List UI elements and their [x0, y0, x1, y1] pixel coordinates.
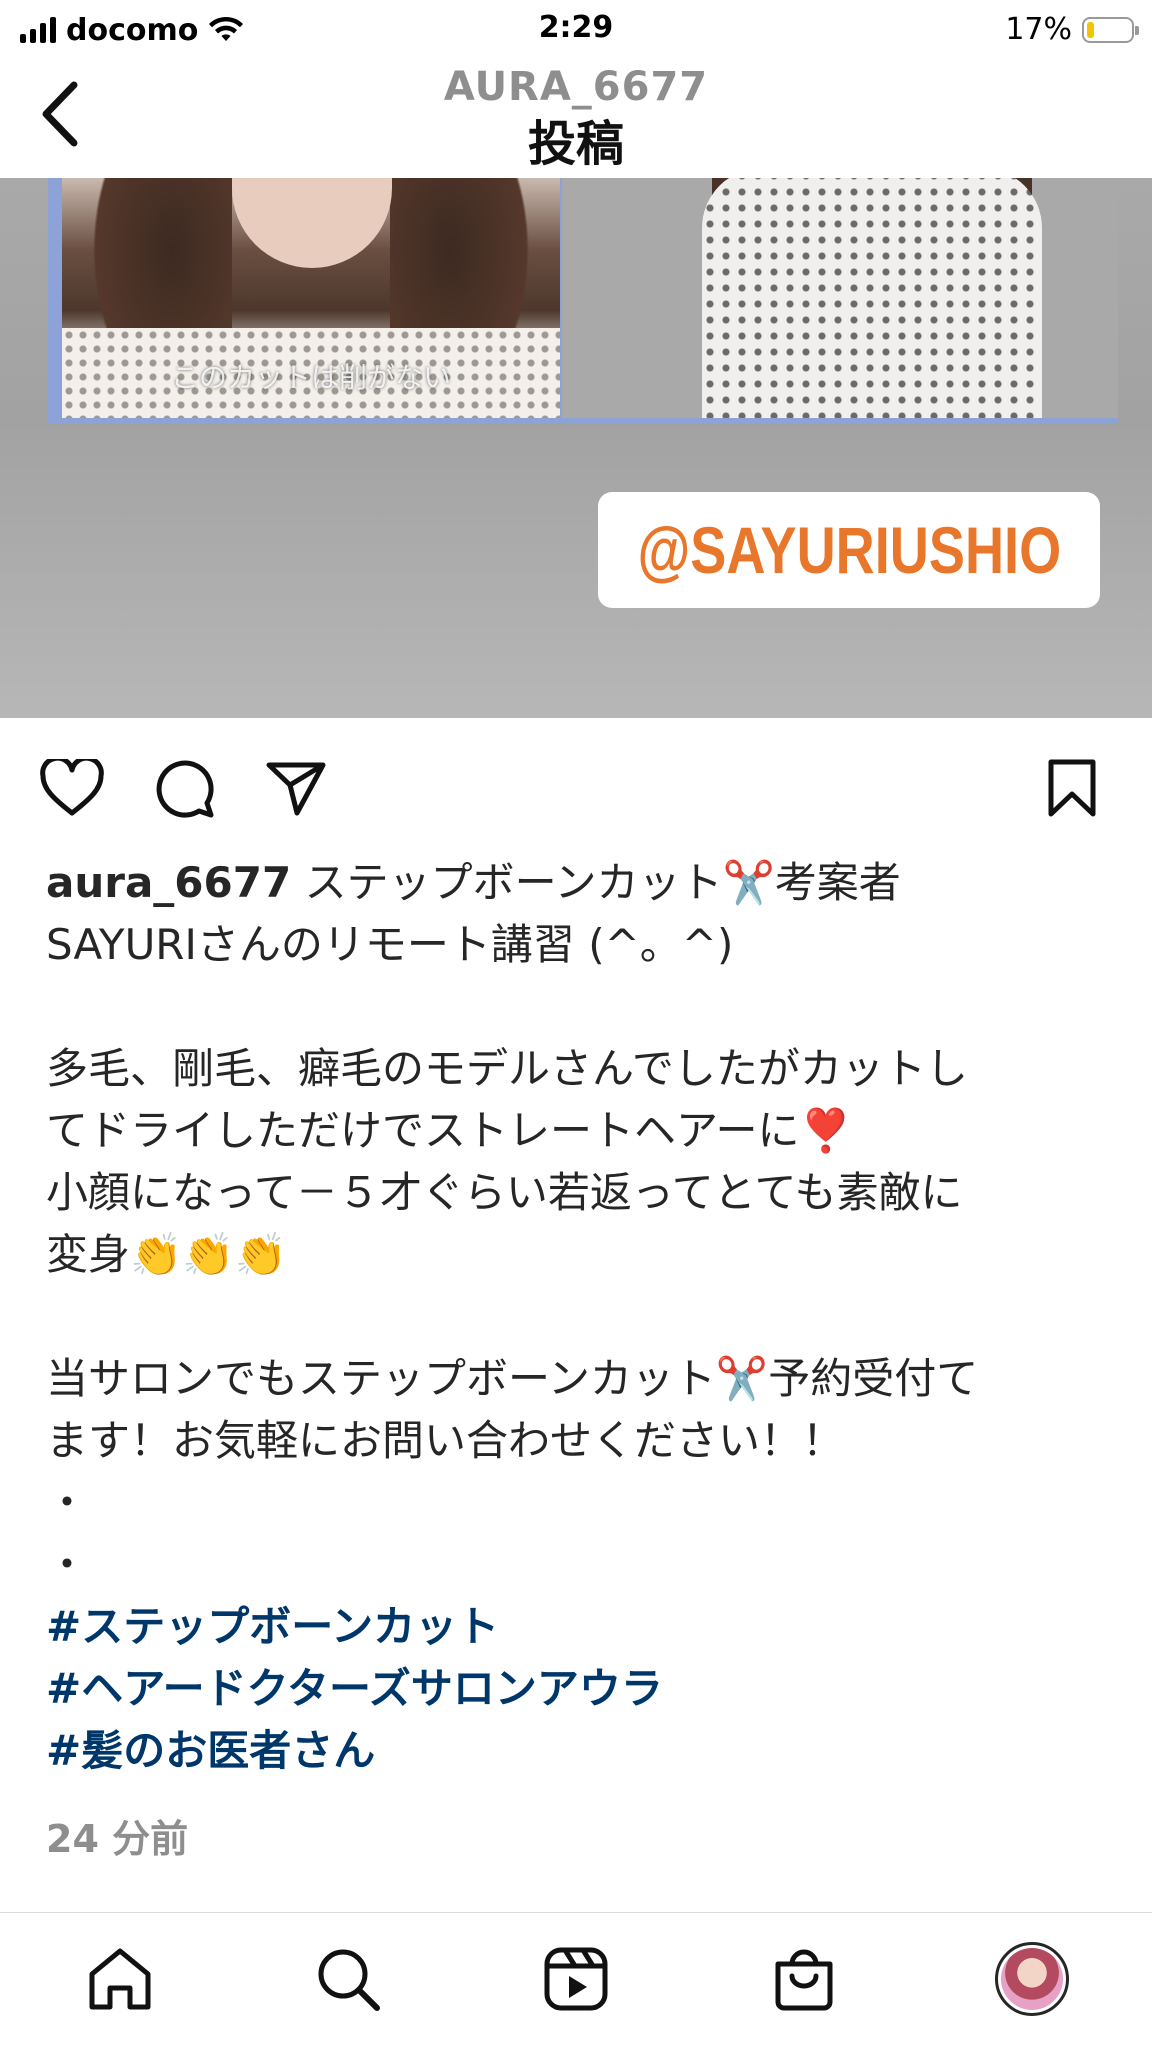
- nav-header: AURA_6677 投稿: [0, 60, 1152, 179]
- caption-text: 小顔になって－５才ぐらい若返ってとても素敵に: [46, 1168, 963, 1217]
- status-right: 17%: [1005, 12, 1139, 47]
- photo-collage: このカットは削がない: [48, 178, 1118, 423]
- avatar: [995, 1942, 1069, 2016]
- caption-text: 変身👏👏👏: [46, 1230, 287, 1279]
- heart-icon: [40, 759, 104, 816]
- photo-caption: このカットは削がない: [170, 361, 451, 394]
- page-title: 投稿: [527, 116, 624, 172]
- caption-username[interactable]: aura_6677: [46, 858, 291, 907]
- like-button[interactable]: [38, 754, 106, 822]
- bookmark-icon: [1048, 759, 1096, 817]
- home-icon: [89, 1948, 151, 2010]
- tab-shop[interactable]: [762, 1937, 846, 2021]
- save-button[interactable]: [1038, 754, 1106, 822]
- caption-text: てドライしただけでストレートヘアーに❣️: [46, 1106, 852, 1155]
- avatar-image: [1001, 1948, 1063, 2010]
- photo-before: このカットは削がない: [62, 178, 560, 418]
- battery-fill: [1087, 21, 1094, 38]
- reels-icon: [544, 1947, 608, 2011]
- caption-text: ます！お気軽にお問い合わせください！！: [46, 1416, 845, 1465]
- tab-profile[interactable]: [990, 1937, 1074, 2021]
- share-button[interactable]: [262, 754, 330, 822]
- status-time: 2:29: [538, 10, 614, 45]
- comment-button[interactable]: [150, 754, 218, 822]
- shopping-bag-icon: [775, 1949, 833, 2011]
- lace-shirt: [702, 178, 1042, 418]
- caption-text: 当サロンでもステップボーンカット✂️予約受付て: [46, 1354, 979, 1403]
- caption-line: aura_6677 ステップボーンカット✂️考案者: [46, 852, 1116, 914]
- search-icon: [318, 1949, 380, 2011]
- face-shape: [232, 178, 392, 268]
- hashtag-link[interactable]: #髪のお医者さん: [46, 1720, 1116, 1782]
- caption-text: ステップボーンカット✂️考案者: [304, 858, 901, 907]
- battery-cap: [1135, 25, 1139, 35]
- caption-dot: ・: [46, 1540, 89, 1589]
- action-bar: [0, 748, 1152, 828]
- battery-icon: [1082, 16, 1139, 43]
- photo-after: [562, 178, 1118, 418]
- battery-percent: 17%: [1005, 12, 1072, 47]
- tag-text: @SAYURIUSHIO: [637, 513, 1061, 587]
- post-image[interactable]: このカットは削がない @SAYURIUSHIO: [0, 178, 1152, 718]
- caption-text: SAYURIさんのリモート講習 (^。^): [46, 920, 734, 969]
- hashtag-link[interactable]: #ヘアードクターズサロンアウラ: [46, 1658, 1116, 1720]
- comment-icon: [156, 760, 214, 818]
- tab-search[interactable]: [306, 1937, 390, 2021]
- caption-dot: ・: [46, 1478, 89, 1527]
- user-tag-sticker[interactable]: @SAYURIUSHIO: [598, 492, 1100, 608]
- post-timestamp: 24 分前: [46, 1817, 189, 1861]
- tab-home[interactable]: [78, 1937, 162, 2021]
- post-caption: aura_6677 ステップボーンカット✂️考案者 SAYURIさんのリモート講…: [46, 852, 1116, 1782]
- status-bar: docomo 2:29 17%: [0, 0, 1152, 60]
- hashtag-link[interactable]: #ステップボーンカット: [46, 1596, 1116, 1658]
- bottom-tab-bar: [0, 1912, 1152, 2049]
- tab-reels[interactable]: [534, 1937, 618, 2021]
- caption-text: 多毛、剛毛、癖毛のモデルさんでしたがカットし: [46, 1044, 968, 1093]
- paper-plane-icon: [266, 762, 326, 816]
